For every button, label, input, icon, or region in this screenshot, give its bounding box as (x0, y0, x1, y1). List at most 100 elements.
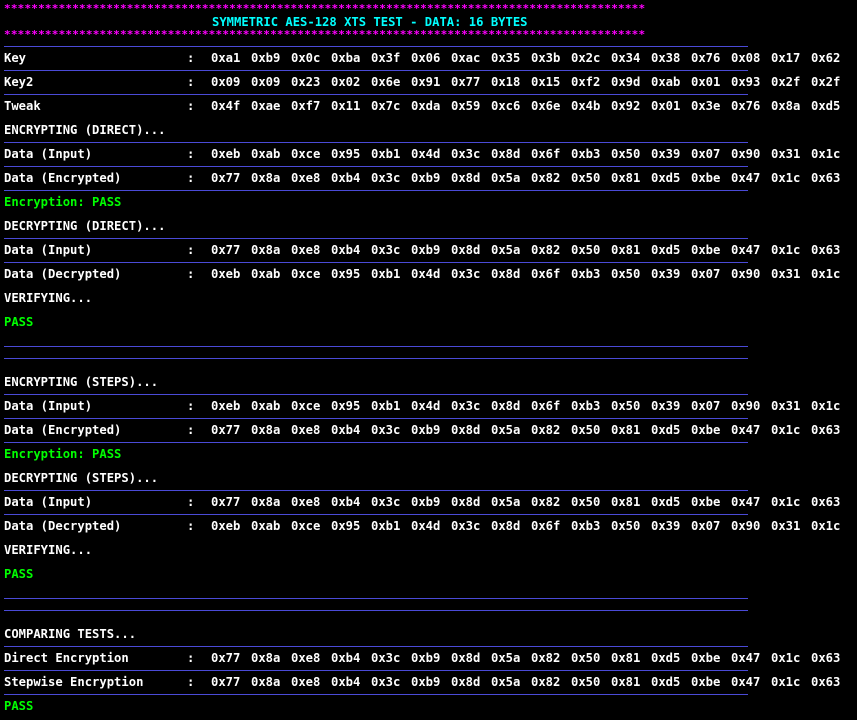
hex-byte: 0x1c (771, 495, 801, 509)
hex-byte: 0xb4 (331, 675, 361, 689)
key-bytes: 0xa1 0xb9 0x0c 0xba 0x3f 0x06 0xac 0x35 0x3b 0x2c… (211, 46, 851, 70)
hex-byte: 0x81 (611, 675, 641, 689)
hex-byte: 0x4f (211, 99, 241, 113)
hex-byte: 0x63 (811, 423, 841, 437)
hex-byte: 0x8d (491, 147, 521, 161)
hex-byte: 0x5a (491, 495, 521, 509)
hex-byte: 0x3b (531, 51, 561, 65)
hex-byte: 0x1c (811, 399, 841, 413)
hex-byte: 0x7c (371, 99, 401, 113)
hex-byte: 0xe8 (291, 651, 321, 665)
hex-byte: 0x50 (611, 147, 641, 161)
hex-byte: 0xab (251, 519, 281, 533)
hex-byte: 0x11 (331, 99, 361, 113)
hex-byte: 0xbe (691, 171, 721, 185)
hex-byte: 0x93 (731, 75, 761, 89)
hex-byte: 0xe8 (291, 495, 321, 509)
hex-byte: 0x47 (731, 171, 761, 185)
direct-dec-output-row: Data (Decrypted) : 0xeb 0xab 0xce 0x95 0xb1 0… (4, 262, 851, 286)
data-encrypted-bytes: 0x77 0x8a 0xe8 0xb4 0x3c 0xb9 0x8d 0x5a 0x82 0x50… (211, 166, 851, 190)
hex-byte: 0x6e (531, 99, 561, 113)
hex-byte: 0x8a (251, 423, 281, 437)
hex-byte: 0xd5 (651, 651, 681, 665)
steps-decrypt-heading: DECRYPTING (STEPS)... (4, 471, 159, 485)
hex-byte: 0xda (411, 99, 441, 113)
direct-encryption-bytes: 0x77 0x8a 0xe8 0xb4 0x3c 0xb9 0x8d 0x5a 0x82 0x50… (211, 646, 851, 670)
separator: : (187, 495, 195, 509)
data-decrypted-label: Data (Decrypted) (4, 519, 122, 533)
hex-byte: 0x47 (731, 675, 761, 689)
hex-byte: 0x39 (651, 147, 681, 161)
hex-byte: 0x8a (251, 675, 281, 689)
hex-byte: 0x3e (691, 99, 721, 113)
key2-label: Key2 (4, 75, 34, 89)
hex-byte: 0xd5 (651, 243, 681, 257)
hex-byte: 0xeb (211, 399, 241, 413)
hex-byte: 0x5a (491, 243, 521, 257)
separator: : (187, 99, 195, 113)
data-input-bytes: 0x77 0x8a 0xe8 0xb4 0x3c 0xb9 0x8d 0x5a 0x82 0x50… (211, 238, 851, 262)
hex-byte: 0x2c (571, 51, 601, 65)
data-input-label: Data (Input) (4, 399, 93, 413)
hex-byte: 0x81 (611, 171, 641, 185)
data-input-bytes: 0xeb 0xab 0xce 0x95 0xb1 0x4d 0x3c 0x8d 0x6f 0xb3… (211, 142, 851, 166)
hex-byte: 0x91 (411, 75, 441, 89)
hex-byte: 0x08 (731, 51, 761, 65)
hex-byte: 0xd5 (651, 675, 681, 689)
hex-byte: 0x8d (451, 423, 481, 437)
hex-byte: 0x77 (211, 651, 241, 665)
hex-byte: 0xac (451, 51, 481, 65)
hex-byte: 0xe8 (291, 423, 321, 437)
hex-byte: 0x90 (731, 399, 761, 413)
hex-byte: 0x5a (491, 171, 521, 185)
hex-byte: 0x31 (771, 267, 801, 281)
hex-byte: 0x4d (411, 147, 441, 161)
hex-byte: 0x3c (451, 399, 481, 413)
hex-byte: 0x4d (411, 519, 441, 533)
hex-byte: 0x15 (531, 75, 561, 89)
hex-byte: 0xb9 (411, 675, 441, 689)
hex-byte: 0x06 (411, 51, 441, 65)
hex-byte: 0x3c (371, 423, 401, 437)
hex-byte: 0x6f (531, 399, 561, 413)
hex-byte: 0x07 (691, 399, 721, 413)
hex-byte: 0xab (651, 75, 681, 89)
hex-byte: 0x77 (451, 75, 481, 89)
hex-byte: 0xeb (211, 147, 241, 161)
hex-byte: 0xf2 (571, 75, 601, 89)
data-input-bytes: 0xeb 0xab 0xce 0x95 0xb1 0x4d 0x3c 0x8d 0x6f 0xb3… (211, 394, 851, 418)
hex-byte: 0x82 (531, 171, 561, 185)
tweak-row: Tweak : 0x4f 0xae 0xf7 0x11 0x7c 0xda 0x59 0xc6… (4, 94, 851, 118)
hex-byte: 0x23 (291, 75, 321, 89)
hex-byte: 0xb1 (371, 147, 401, 161)
separator: : (187, 243, 195, 257)
hex-byte: 0xbe (691, 423, 721, 437)
section-divider (4, 610, 748, 611)
direct-enc-input-row: Data (Input) : 0xeb 0xab 0xce 0x95 0xb1 0x4d 0… (4, 142, 851, 166)
hex-byte: 0x81 (611, 243, 641, 257)
hex-byte: 0xeb (211, 519, 241, 533)
separator: : (187, 75, 195, 89)
separator: : (187, 651, 195, 665)
compare-stepwise-row: Stepwise Encryption : 0x77 0x8a 0xe8 0xb4 0x… (4, 670, 851, 694)
hex-byte: 0x0c (291, 51, 321, 65)
hex-byte: 0xb3 (571, 399, 601, 413)
hex-byte: 0x8a (251, 243, 281, 257)
hex-byte: 0xb4 (331, 171, 361, 185)
hex-byte: 0x81 (611, 495, 641, 509)
direct-enc-output-row: Data (Encrypted) : 0x77 0x8a 0xe8 0xb4 0x3c 0… (4, 166, 851, 190)
hex-byte: 0x6e (371, 75, 401, 89)
separator: : (187, 51, 195, 65)
hex-byte: 0x02 (331, 75, 361, 89)
test-title: SYMMETRIC AES-128 XTS TEST - DATA: 16 BY… (212, 15, 528, 29)
separator: : (187, 519, 195, 533)
compare-result: PASS (4, 699, 34, 713)
hex-byte: 0xc6 (491, 99, 521, 113)
section-divider (4, 598, 748, 599)
header-stars-top: ****************************************… (4, 2, 646, 15)
hex-byte: 0xbe (691, 675, 721, 689)
hex-byte: 0x50 (611, 267, 641, 281)
hex-byte: 0xae (251, 99, 281, 113)
data-decrypted-label: Data (Decrypted) (4, 267, 122, 281)
hex-byte: 0x77 (211, 495, 241, 509)
